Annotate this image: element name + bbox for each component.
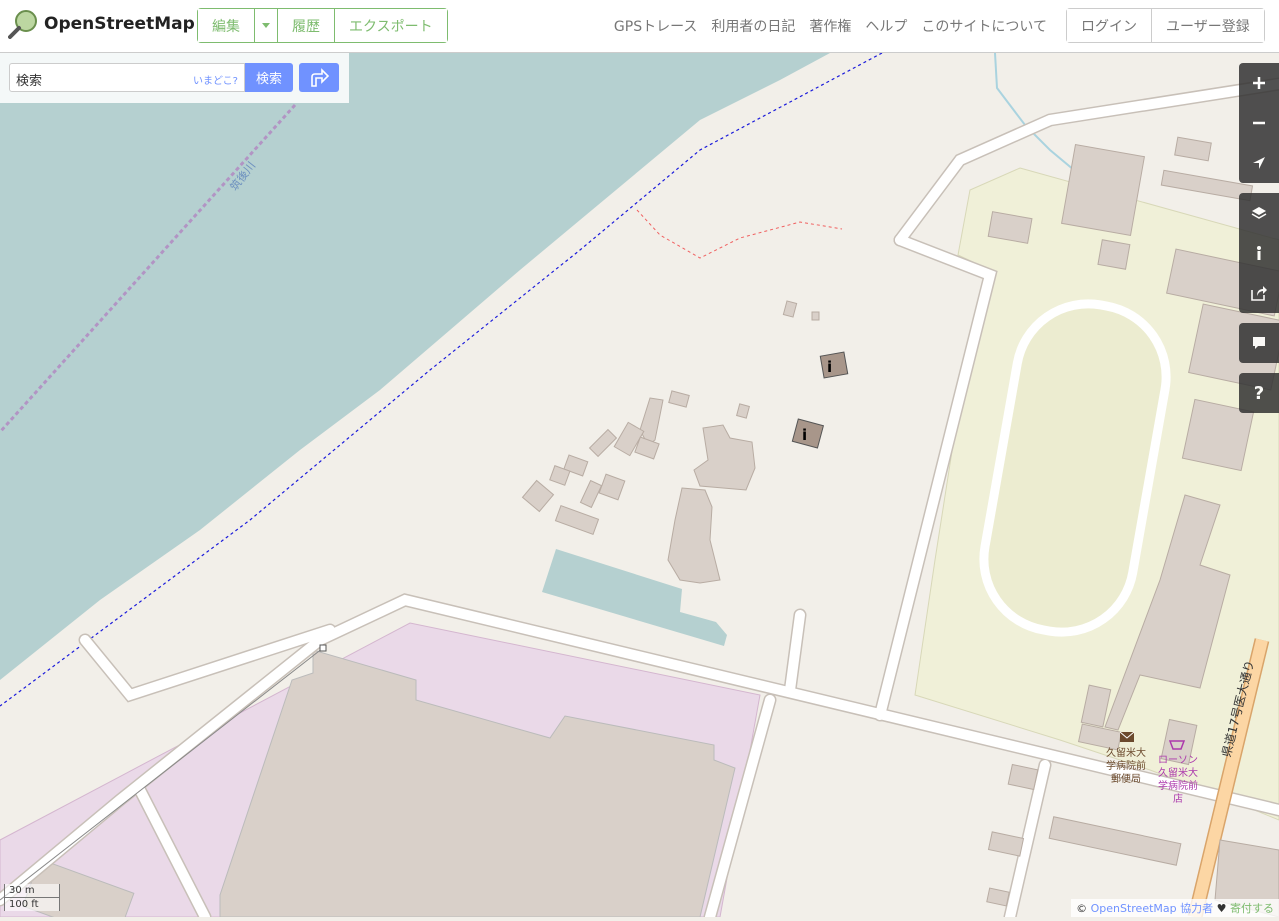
brand-name: OpenStreetMap	[44, 14, 195, 34]
edit-button[interactable]: 編集	[198, 9, 255, 42]
account-group: ログイン ユーザー登録	[1066, 8, 1265, 43]
heart-icon: ♥	[1216, 902, 1227, 915]
history-button[interactable]: 履歴	[278, 9, 335, 42]
post-office-label: 久留米大 学病院前 郵便局	[1106, 748, 1146, 785]
nav-user-diaries[interactable]: 利用者の日記	[711, 16, 795, 36]
layer-control	[1239, 193, 1279, 313]
nav-help[interactable]: ヘルプ	[865, 16, 907, 36]
locate-icon[interactable]	[1239, 143, 1279, 183]
zoom-in-icon[interactable]	[1239, 63, 1279, 103]
info-icon[interactable]	[1239, 233, 1279, 273]
copyright-symbol: ©	[1076, 902, 1091, 915]
directions-icon	[311, 67, 330, 87]
svg-text:i: i	[827, 358, 832, 376]
attribution: © OpenStreetMap 協力者 ♥ 寄付する	[1071, 899, 1279, 917]
contributors-link[interactable]: 協力者	[1180, 902, 1213, 915]
nav-gps-traces[interactable]: GPSトレース	[614, 16, 697, 36]
caret-down-icon	[262, 23, 270, 28]
layers-icon[interactable]	[1239, 193, 1279, 233]
help-icon[interactable]: ?	[1239, 373, 1279, 413]
scale-imperial: 100 ft	[4, 897, 60, 911]
search-placeholder: 検索	[16, 74, 43, 89]
nav-copyright[interactable]: 著作権	[809, 16, 851, 36]
signup-button[interactable]: ユーザー登録	[1152, 9, 1264, 42]
donate-link[interactable]: 寄付する	[1230, 902, 1274, 915]
share-icon[interactable]	[1239, 273, 1279, 313]
note-icon[interactable]	[1239, 323, 1279, 363]
note-control	[1239, 323, 1279, 363]
search-button[interactable]: 検索	[245, 63, 293, 92]
lawson-label: ローソン 久留米大 学病院前 店	[1158, 755, 1198, 805]
scale-metric: 30 m	[4, 884, 60, 898]
edit-history-export-group: 編集 履歴 エクスポート	[197, 8, 448, 43]
export-button[interactable]: エクスポート	[335, 9, 447, 42]
edit-dropdown-button[interactable]	[255, 9, 278, 42]
osm-link[interactable]: OpenStreetMap	[1091, 902, 1177, 915]
header: OpenStreetMap 編集 履歴 エクスポート GPSトレース 利用者の日…	[0, 0, 1279, 53]
map-canvas[interactable]: i i	[0, 52, 1279, 921]
login-button[interactable]: ログイン	[1067, 9, 1152, 42]
help-control: ?	[1239, 373, 1279, 413]
where-am-i-link[interactable]: いまどこ?	[193, 72, 238, 87]
directions-button[interactable]	[299, 63, 339, 92]
zoom-out-icon[interactable]	[1239, 103, 1279, 143]
nav-about[interactable]: このサイトについて	[921, 16, 1047, 36]
nav-links: GPSトレース 利用者の日記 著作権 ヘルプ このサイトについて	[600, 0, 1047, 52]
search-input[interactable]: 検索 いまどこ?	[9, 63, 245, 92]
osm-logo-icon	[8, 9, 38, 39]
logo[interactable]: OpenStreetMap	[8, 9, 195, 39]
svg-text:i: i	[802, 426, 807, 444]
zoom-control	[1239, 63, 1279, 183]
info-poi-icon	[819, 351, 849, 379]
scale-bar: 30 m 100 ft	[4, 884, 60, 911]
search-panel: 検索 いまどこ? 検索	[0, 53, 349, 103]
